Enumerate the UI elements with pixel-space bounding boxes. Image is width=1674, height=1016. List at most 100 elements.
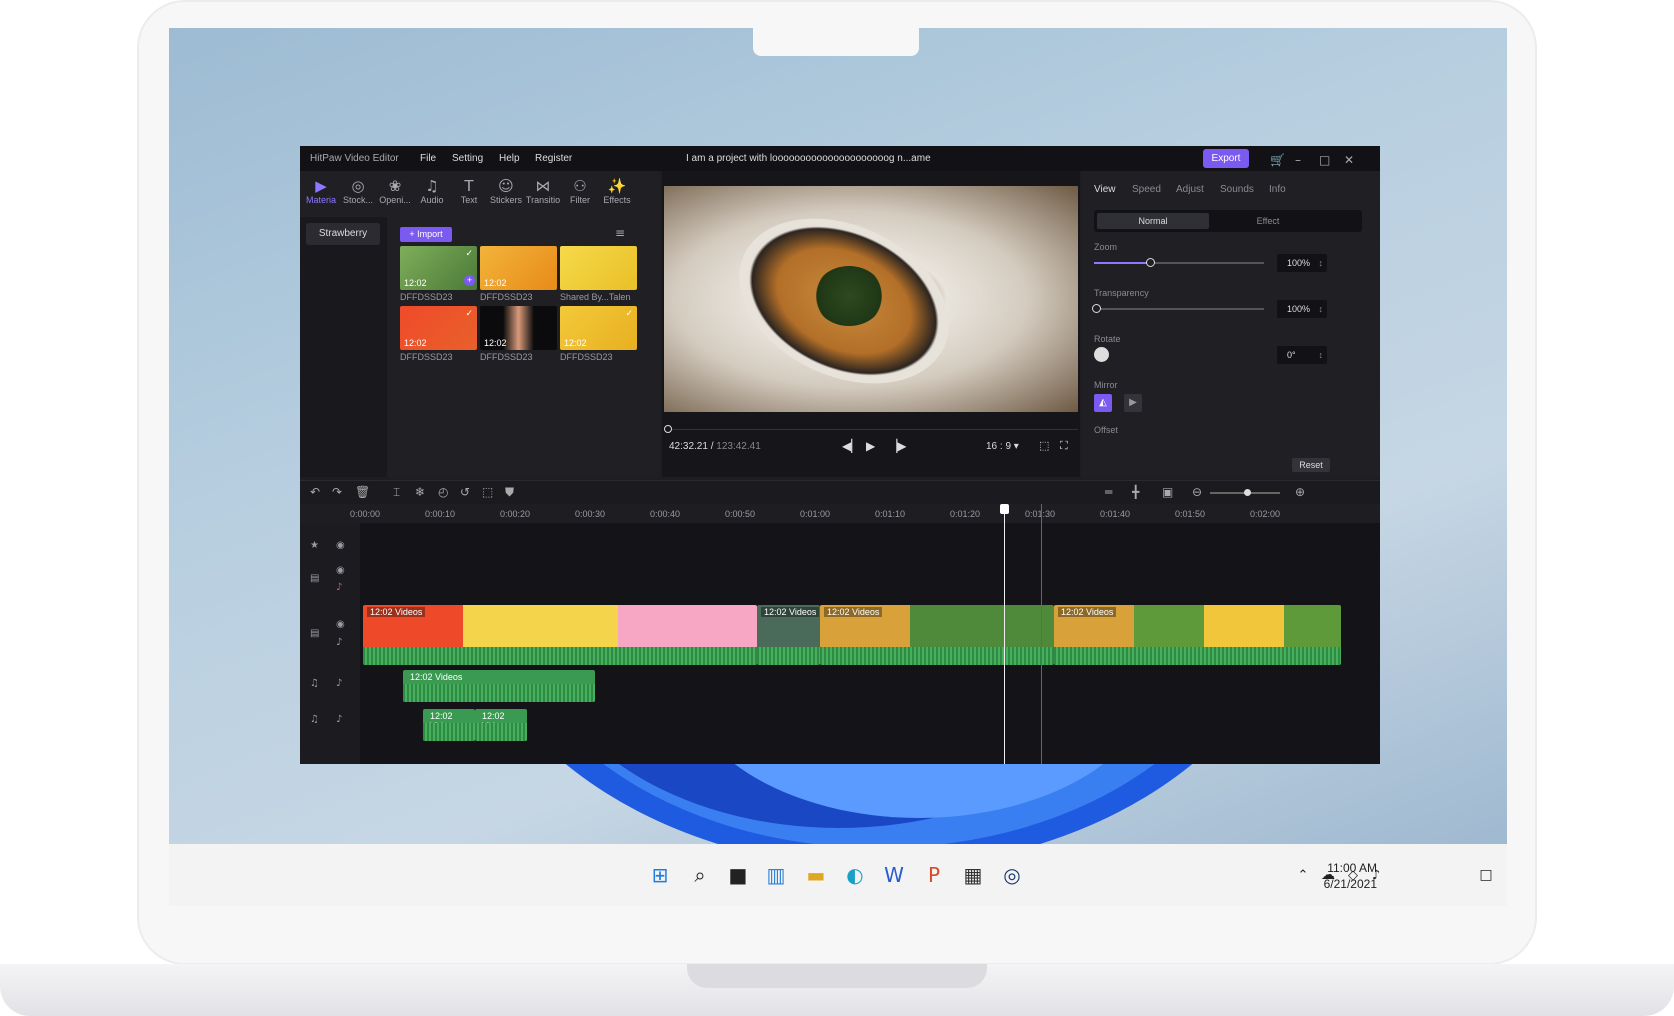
split-icon[interactable]: ⌶ <box>393 485 400 500</box>
file-explorer-icon[interactable]: ▬ <box>803 862 829 888</box>
powerpoint-icon[interactable]: P <box>921 862 947 888</box>
marker-icon[interactable]: ╋ <box>1132 485 1139 499</box>
scrubber-knob[interactable] <box>664 425 672 433</box>
tab-opening[interactable]: ❀ Openi... <box>376 177 414 205</box>
tab-transition[interactable]: ⋈ Transitio <box>524 177 562 205</box>
menu-register[interactable]: Register <box>535 153 572 164</box>
stepper-icon[interactable]: ↕ <box>1319 254 1324 272</box>
redo-icon[interactable]: ↷ <box>332 485 342 499</box>
tab-speed[interactable]: Speed <box>1132 184 1161 195</box>
edge-icon[interactable]: ◐ <box>842 862 868 888</box>
media-thumb[interactable]: 12:02 ✓ <box>560 306 637 350</box>
tab-stock[interactable]: ◎ Stock... <box>339 177 377 205</box>
start-icon[interactable]: ⊞ <box>647 862 673 888</box>
zoom-slider-knob[interactable] <box>1146 258 1156 267</box>
chevron-up-icon[interactable]: ⌃ <box>1290 862 1316 888</box>
stepper-icon[interactable]: ↕ <box>1319 346 1324 364</box>
steam-icon[interactable]: ◎ <box>999 862 1025 888</box>
tab-audio[interactable]: ♫ Audio <box>413 177 451 205</box>
task-view-icon[interactable]: ■ <box>725 862 751 888</box>
eye-icon[interactable]: ◉ <box>336 540 345 551</box>
eye-icon[interactable]: ◉ <box>336 565 345 576</box>
zoom-slider[interactable] <box>1094 258 1264 267</box>
menu-setting[interactable]: Setting <box>452 153 483 164</box>
zoom-input[interactable]: 100% ↕ <box>1277 254 1327 272</box>
tab-text[interactable]: T Text <box>450 177 488 205</box>
timeline-zoom-knob[interactable] <box>1244 489 1251 496</box>
audio-clip[interactable]: 12:02 Videos <box>403 670 595 702</box>
playhead[interactable] <box>1000 504 1009 764</box>
maximize-icon[interactable]: □ <box>1319 153 1330 167</box>
prev-frame-icon[interactable]: ◀▏ <box>842 439 860 453</box>
playhead-handle[interactable] <box>1000 504 1009 514</box>
tab-view[interactable]: View <box>1094 184 1116 195</box>
fullscreen-icon[interactable]: ⛶ <box>1060 439 1068 453</box>
volume-icon[interactable]: ♪ <box>336 678 342 689</box>
clock[interactable]: 11:00 AM 6/21/2021 <box>1324 860 1377 892</box>
transparency-slider-knob[interactable] <box>1092 304 1101 313</box>
undo-icon[interactable]: ↶ <box>310 485 320 499</box>
mode-normal[interactable]: Normal <box>1097 213 1209 229</box>
media-thumb[interactable]: 12:02 ✓ + <box>400 246 477 290</box>
zoom-out-icon[interactable]: ⊖ <box>1192 485 1202 499</box>
minimize-icon[interactable]: – <box>1295 153 1301 167</box>
speed-icon[interactable]: ◴ <box>438 485 448 499</box>
media-thumb[interactable] <box>560 246 637 290</box>
audio-clip[interactable]: 12:02 Vide <box>423 709 475 741</box>
next-frame-icon[interactable]: ▕▶ <box>888 439 906 453</box>
video-frame[interactable] <box>664 186 1078 416</box>
reverse-icon[interactable]: ↺ <box>460 485 470 499</box>
mask-icon[interactable]: ⛊ <box>505 485 514 500</box>
tab-effects[interactable]: ✨ Effects <box>598 177 636 205</box>
crop-tool-icon[interactable]: ⬚ <box>482 485 493 499</box>
rotate-input[interactable]: 0° ↕ <box>1277 346 1327 364</box>
volume-icon[interactable]: ♪ <box>336 714 342 725</box>
search-icon[interactable]: ⌕ <box>687 862 713 888</box>
sort-icon[interactable]: ≡ <box>615 226 625 240</box>
mode-effect[interactable]: Effect <box>1212 213 1324 229</box>
folder-strawberry[interactable]: Strawberry <box>306 223 380 245</box>
widgets-icon[interactable]: ▥ <box>763 862 789 888</box>
timeline-zoom-slider[interactable] <box>1210 489 1280 496</box>
media-thumb[interactable]: 12:02 <box>480 306 557 350</box>
menu-file[interactable]: File <box>420 153 436 164</box>
tab-filter[interactable]: ⚇ Filter <box>561 177 599 205</box>
add-icon[interactable]: + <box>464 275 475 286</box>
mirror-vertical-icon[interactable]: ▶ <box>1124 394 1142 412</box>
export-button[interactable]: Export <box>1203 149 1249 168</box>
eye-icon[interactable]: ◉ <box>336 619 345 630</box>
time-ruler[interactable]: 0:00:00 0:00:10 0:00:20 0:00:30 0:00:40 … <box>300 505 1380 523</box>
pin-icon[interactable]: ★ <box>310 540 319 551</box>
notification-icon[interactable]: □ <box>1473 862 1499 888</box>
video-clip[interactable]: 12:02 Videos <box>363 605 757 665</box>
audio-clip[interactable]: 12:02 Vide <box>475 709 527 741</box>
stepper-icon[interactable]: ↕ <box>1319 300 1324 318</box>
snap-icon[interactable]: ═ <box>1105 485 1112 499</box>
volume-icon[interactable]: ♪ <box>336 637 342 648</box>
media-thumb[interactable]: 12:02 ✓ <box>400 306 477 350</box>
tab-sounds[interactable]: Sounds <box>1220 184 1254 195</box>
transparency-input[interactable]: 100% ↕ <box>1277 300 1327 318</box>
close-icon[interactable]: ✕ <box>1344 153 1354 167</box>
fit-icon[interactable]: ▣ <box>1162 485 1173 499</box>
tab-stickers[interactable]: ☺ Stickers <box>487 177 525 205</box>
delete-icon[interactable]: 🗑 <box>355 485 370 499</box>
media-thumb[interactable]: 12:02 <box>480 246 557 290</box>
video-clip[interactable]: 12:02 Videos <box>820 605 1054 665</box>
freeze-icon[interactable]: ❄ <box>415 485 425 499</box>
reset-button[interactable]: Reset <box>1292 458 1330 472</box>
mirror-horizontal-icon[interactable]: ◭ <box>1094 394 1112 412</box>
import-button[interactable]: + Import <box>400 227 452 242</box>
crop-icon[interactable]: ⬚ <box>1039 439 1049 452</box>
zoom-in-icon[interactable]: ⊕ <box>1295 485 1305 499</box>
mute-icon[interactable]: ♪ <box>336 582 342 593</box>
cart-icon[interactable]: 🛒 <box>1270 153 1285 167</box>
preview-scrubber[interactable] <box>664 425 1078 433</box>
rotate-dial-icon[interactable] <box>1094 347 1109 362</box>
tab-material[interactable]: ▶ Materia <box>302 177 340 205</box>
transparency-slider[interactable] <box>1092 304 1264 313</box>
video-clip[interactable]: 12:02 Videos <box>1054 605 1341 665</box>
menu-help[interactable]: Help <box>499 153 520 164</box>
store-icon[interactable]: ▦ <box>960 862 986 888</box>
tab-info[interactable]: Info <box>1269 184 1286 195</box>
